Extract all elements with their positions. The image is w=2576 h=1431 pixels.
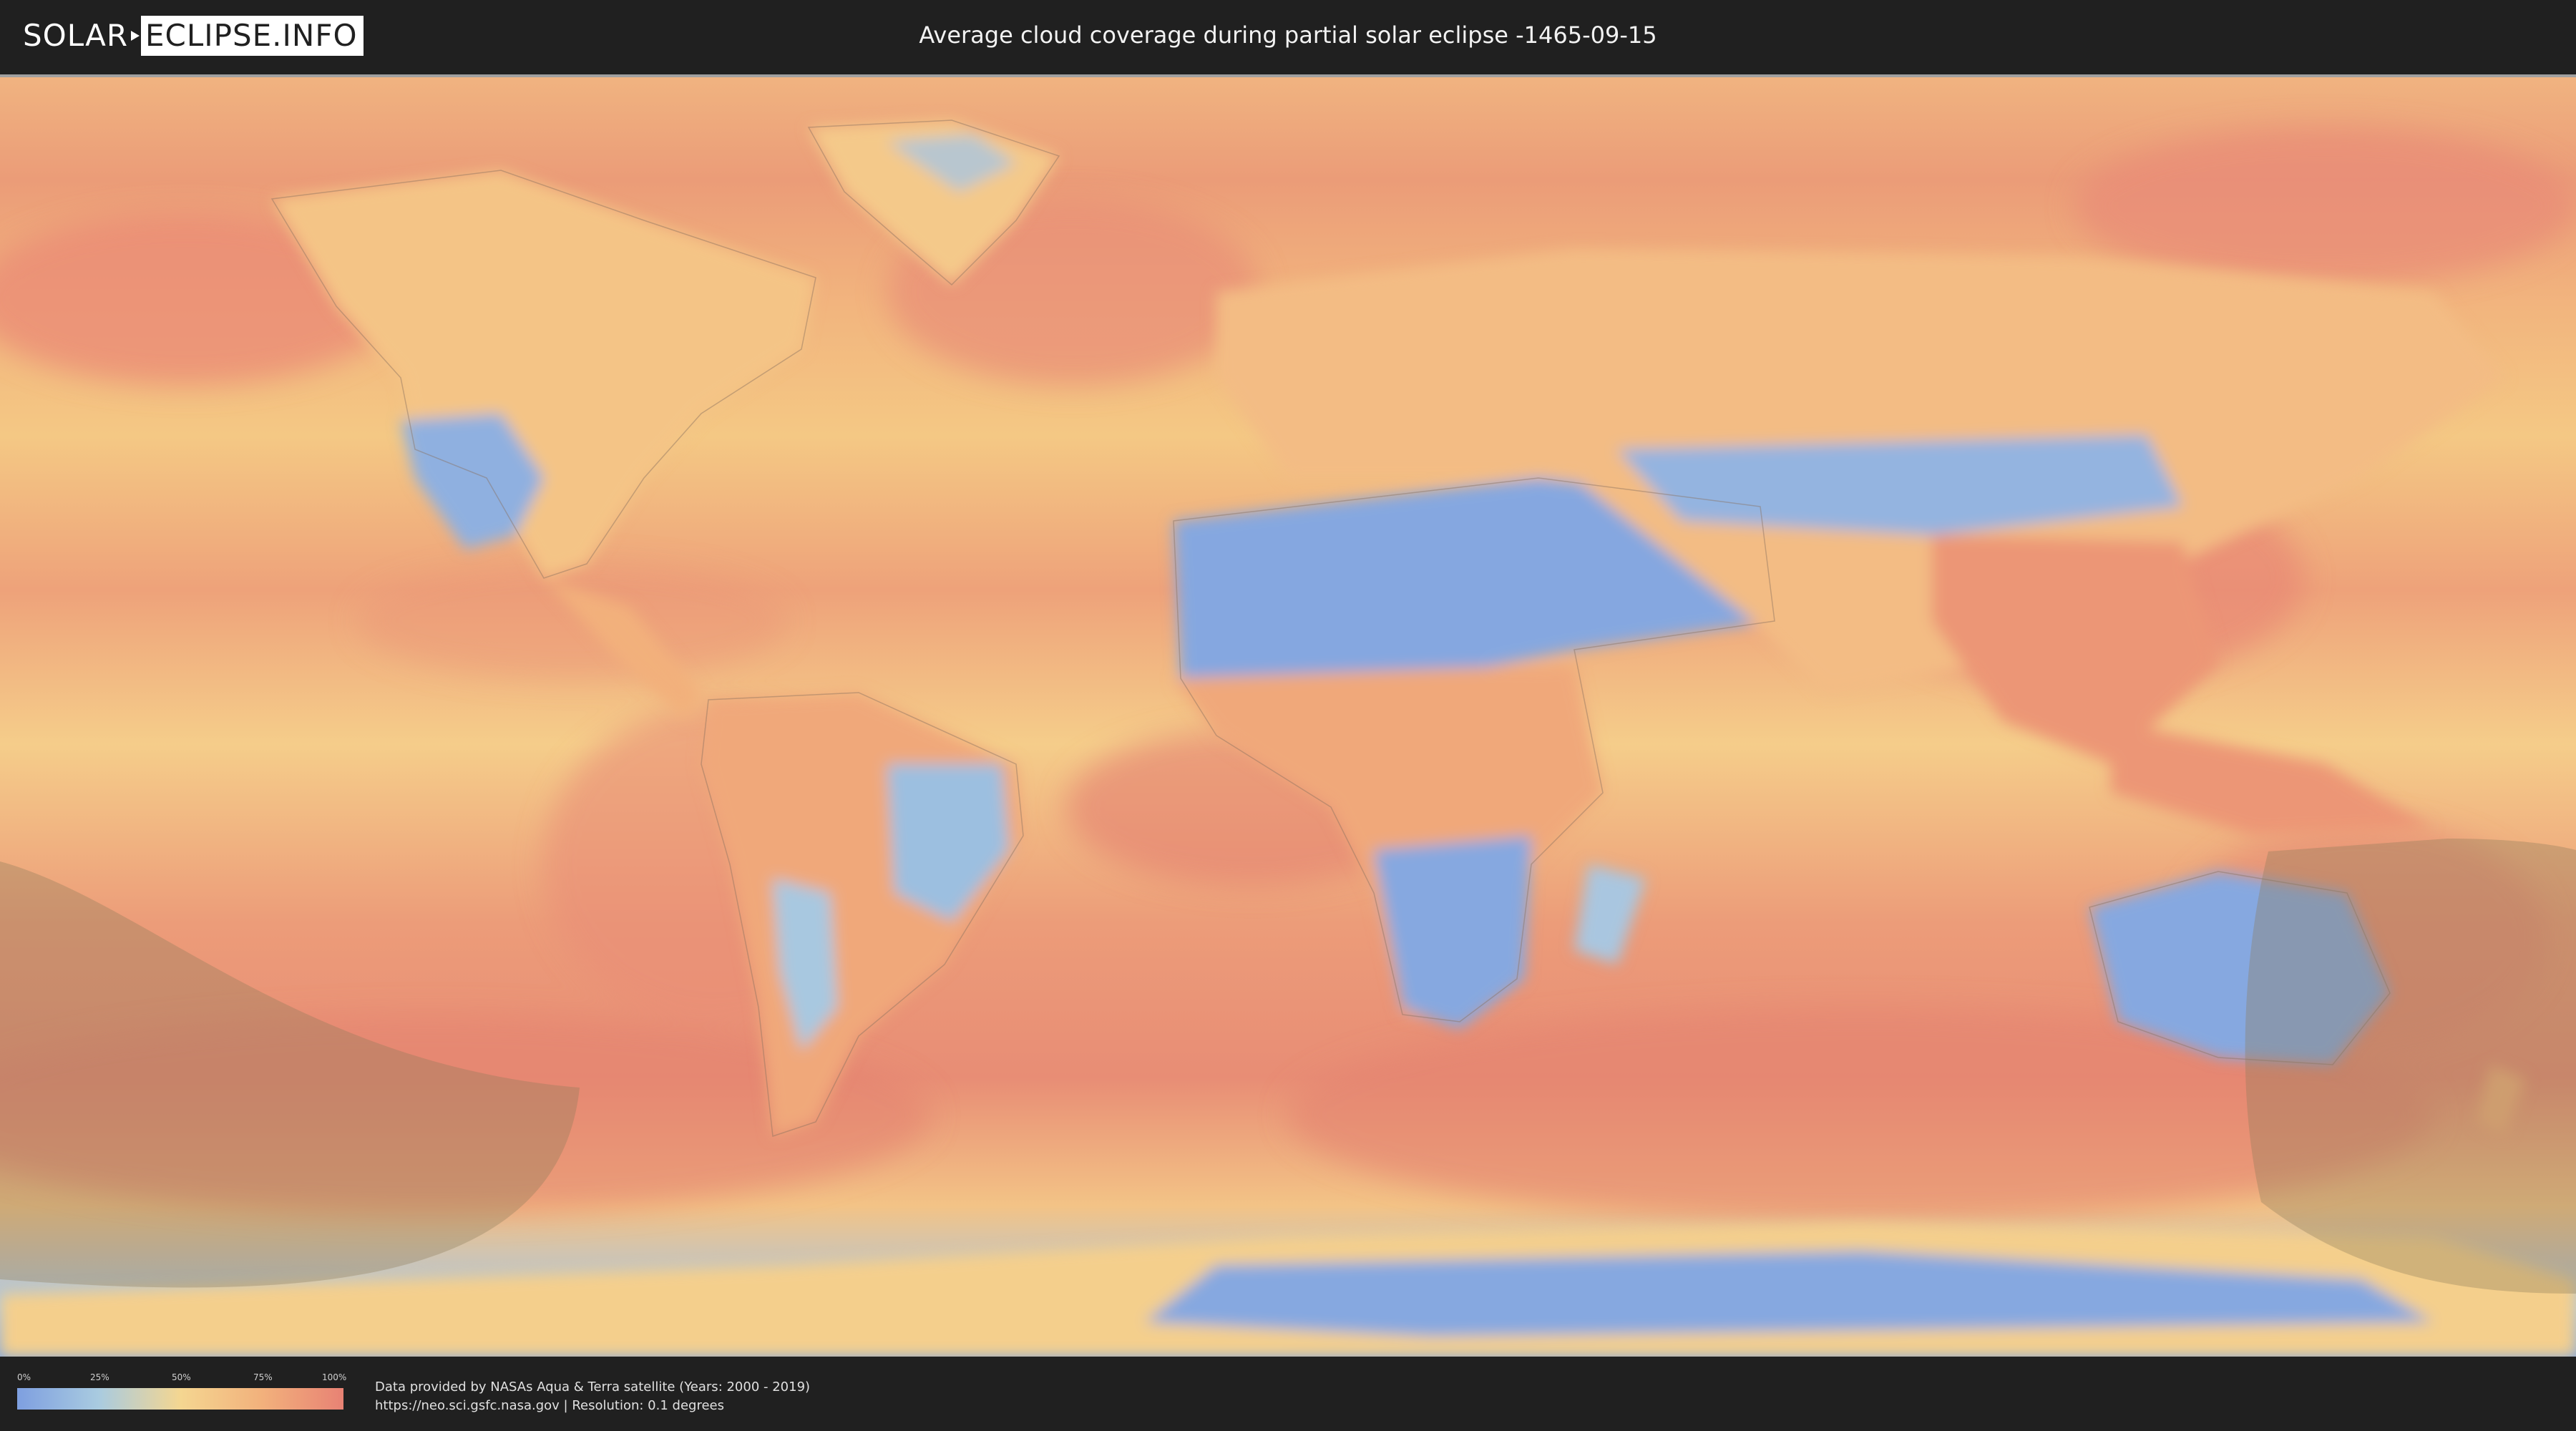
footer-bar: 0% 25% 50% 75% 100% Data provided by NAS…	[0, 1357, 2576, 1431]
header-bar: SOLAR ECLIPSE.INFO Average cloud coverag…	[0, 0, 2576, 72]
legend-ticks: 0% 25% 50% 75% 100%	[17, 1372, 347, 1385]
credit-line-1: Data provided by NASAs Aqua & Terra sate…	[375, 1379, 811, 1395]
eclipse-region-east	[2245, 839, 2576, 1294]
legend-tick-50: 50%	[172, 1372, 191, 1382]
legend-gradient-bar	[17, 1388, 343, 1410]
legend-tick-0: 0%	[17, 1372, 31, 1382]
credit-line-2[interactable]: https://neo.sci.gsfc.nasa.gov | Resoluti…	[375, 1397, 810, 1415]
data-credits: Data provided by NASAs Aqua & Terra sate…	[375, 1378, 810, 1415]
legend-tick-100: 100%	[322, 1372, 347, 1382]
cloud-coverage-map[interactable]	[0, 74, 2576, 1359]
page-title: Average cloud coverage during partial so…	[919, 21, 1657, 49]
world-map-svg	[0, 119, 2576, 1357]
color-legend: 0% 25% 50% 75% 100%	[17, 1372, 347, 1410]
legend-tick-75: 75%	[253, 1372, 273, 1382]
legend-tick-25: 25%	[90, 1372, 109, 1382]
